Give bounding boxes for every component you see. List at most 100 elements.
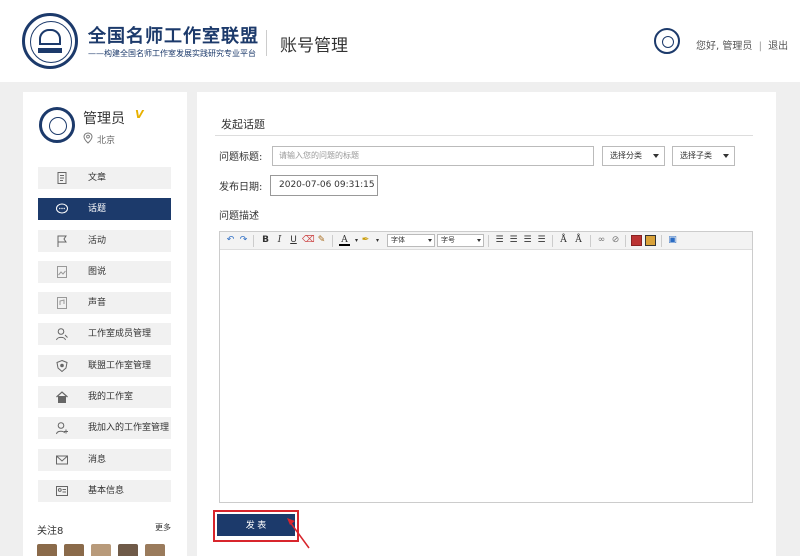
- sidebar-item-member-management[interactable]: 工作室成员管理: [38, 323, 171, 346]
- top-header: 全国名师工作室联盟 ——构建全国名师工作室发展实践研究专业平台 账号管理 您好,…: [0, 0, 800, 82]
- header-avatar[interactable]: [654, 28, 680, 54]
- chevron-down-icon: [723, 154, 729, 158]
- follow-avatars: [37, 544, 172, 556]
- sidebar-item-pictures[interactable]: 图说: [38, 260, 171, 283]
- sidebar-item-label: 我的工作室: [88, 392, 134, 403]
- font-color-icon[interactable]: A: [339, 235, 350, 246]
- sidebar-item-label: 话题: [88, 204, 107, 215]
- sidebar-item-alliance-management[interactable]: 联盟工作室管理: [38, 354, 171, 377]
- followed-user-avatar[interactable]: [37, 544, 57, 556]
- toolbar-separator: [661, 235, 662, 247]
- sidebar-item-topics[interactable]: 话题: [38, 198, 171, 221]
- subcategory-select[interactable]: 选择子类: [672, 146, 735, 166]
- sidebar-item-label: 我加入的工作室管理: [88, 423, 170, 434]
- image-icon: [57, 265, 67, 278]
- header-divider: [266, 30, 267, 56]
- followed-user-avatar[interactable]: [91, 544, 111, 556]
- font-size-select[interactable]: 字号: [437, 234, 484, 247]
- toolbar-separator: [552, 235, 553, 247]
- toolbar-separator: [253, 235, 254, 247]
- font-family-select[interactable]: 字体: [387, 234, 435, 247]
- sidebar-item-my-studio[interactable]: 我的工作室: [38, 386, 171, 409]
- sidebar-item-messages[interactable]: 消息: [38, 448, 171, 471]
- toolbar-separator: [590, 235, 591, 247]
- section-divider: [215, 135, 753, 136]
- sidebar-item-articles[interactable]: 文章: [38, 167, 171, 189]
- brand-subtitle: ——构建全国名师工作室发展实践研究专业平台: [88, 49, 256, 58]
- sidebar-item-audio[interactable]: 声音: [38, 292, 171, 315]
- subcategory-select-value: 选择子类: [680, 151, 712, 160]
- align-center-icon[interactable]: ☰: [508, 235, 519, 246]
- date-input[interactable]: 2020-07-06 09:31:15: [270, 175, 378, 196]
- user-links: 您好, 管理员 | 退出: [696, 37, 788, 52]
- redo-icon[interactable]: ↷: [238, 235, 249, 246]
- sidebar-item-joined-studios[interactable]: 我加入的工作室管理: [38, 417, 171, 440]
- sidebar-menu: 文章 话题 活动 图说 声音 工作室成员管理 联盟工作室管理 我的工作室 我加入…: [38, 167, 171, 511]
- toolbar-separator: [332, 235, 333, 247]
- sidebar-item-label: 联盟工作室管理: [88, 360, 152, 371]
- sidebar: 管理员 V 北京 文章 话题 活动 图说 声音 工作室成员管理 联盟工作室管理 …: [23, 92, 187, 556]
- bold-icon[interactable]: B: [260, 235, 271, 246]
- title-label: 问题标题:: [219, 152, 263, 163]
- subscript-icon[interactable]: Å: [573, 235, 584, 246]
- chevron-down-icon[interactable]: ▾: [372, 235, 383, 246]
- sidebar-item-label: 工作室成员管理: [88, 329, 152, 340]
- page-title: 账号管理: [280, 36, 348, 56]
- eraser-icon[interactable]: ⌫: [302, 235, 315, 246]
- font-family-select-value: 字体: [391, 236, 405, 244]
- document-icon: [57, 172, 67, 184]
- category-select[interactable]: 选择分类: [602, 146, 665, 166]
- profile-location: 北京: [97, 136, 116, 146]
- link-icon[interactable]: ∞: [596, 235, 607, 246]
- chevron-down-icon: [653, 154, 659, 158]
- editor-content-area[interactable]: [220, 251, 752, 502]
- sidebar-item-label: 基本信息: [88, 485, 125, 496]
- sidebar-item-activities[interactable]: 活动: [38, 229, 171, 252]
- category-select-value: 选择分类: [610, 151, 642, 160]
- user-add-icon: [56, 422, 68, 435]
- greeting-text: 您好,: [696, 41, 720, 52]
- chevron-down-icon: [428, 239, 432, 242]
- italic-icon[interactable]: I: [274, 235, 285, 246]
- alliance-logo-icon[interactable]: [22, 13, 78, 69]
- logout-link[interactable]: 退出: [768, 41, 788, 52]
- unlink-icon[interactable]: ⊘: [610, 235, 621, 246]
- insert-media-icon[interactable]: [645, 235, 656, 246]
- chat-bubble-icon: [56, 203, 68, 214]
- undo-icon[interactable]: ↶: [225, 235, 236, 246]
- sidebar-item-label: 声音: [88, 298, 107, 309]
- profile-avatar[interactable]: [39, 107, 75, 143]
- verified-badge-icon: V: [135, 108, 144, 121]
- shield-icon: [56, 359, 68, 372]
- follow-more-link[interactable]: 更多: [155, 522, 171, 533]
- sidebar-item-label: 图说: [88, 266, 107, 277]
- align-justify-icon[interactable]: ☰: [536, 235, 547, 246]
- brand-title: 全国名师工作室联盟: [88, 26, 259, 47]
- rich-text-editor: ↶ ↷ B I U ⌫ ✎ A ▾ ✒ ▾ 字体 字号 ☰ ☰ ☰ ☰ Å Å …: [219, 231, 753, 503]
- format-brush-icon[interactable]: ✎: [316, 235, 327, 246]
- id-card-icon: [56, 485, 68, 496]
- insert-image-icon[interactable]: [631, 235, 642, 246]
- followed-user-avatar[interactable]: [64, 544, 84, 556]
- superscript-icon[interactable]: Å: [558, 235, 569, 246]
- align-left-icon[interactable]: ☰: [494, 235, 505, 246]
- link-separator: |: [758, 41, 762, 52]
- source-code-icon[interactable]: ▣: [667, 235, 678, 246]
- followed-user-avatar[interactable]: [118, 544, 138, 556]
- section-title: 发起话题: [221, 118, 265, 131]
- sidebar-item-basic-info[interactable]: 基本信息: [38, 479, 171, 502]
- audio-file-icon: [57, 297, 67, 310]
- font-size-select-value: 字号: [441, 236, 455, 244]
- mail-icon: [56, 455, 68, 465]
- followed-user-avatar[interactable]: [145, 544, 165, 556]
- flag-icon: [57, 235, 67, 247]
- profile-name: 管理员: [83, 111, 125, 127]
- underline-icon[interactable]: U: [288, 235, 299, 246]
- align-right-icon[interactable]: ☰: [522, 235, 533, 246]
- pointer-arrow-icon: [287, 518, 310, 549]
- title-input[interactable]: 请输入您的问题的标题: [272, 146, 594, 166]
- username-link[interactable]: 管理员: [722, 41, 752, 52]
- chevron-down-icon: [477, 239, 481, 242]
- highlight-icon[interactable]: ✒: [360, 235, 371, 246]
- location-pin-icon: [83, 132, 93, 144]
